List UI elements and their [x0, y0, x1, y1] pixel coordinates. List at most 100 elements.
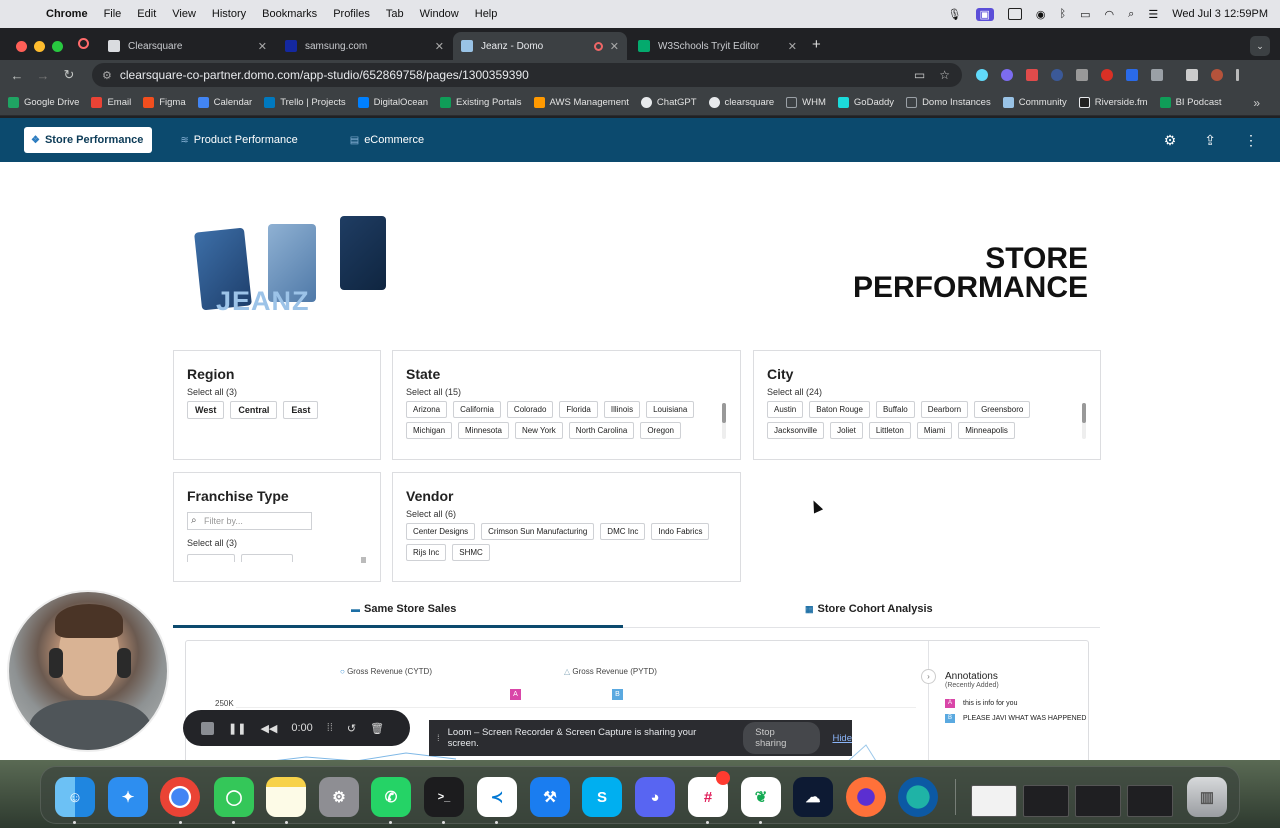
edge-icon[interactable]	[898, 777, 938, 817]
chip-minneapolis[interactable]: Minneapolis	[958, 422, 1015, 439]
skype-icon[interactable]: S	[582, 777, 622, 817]
collapse-chevron-icon[interactable]: ›	[921, 669, 936, 684]
vpn-icon[interactable]: ◉	[1036, 8, 1046, 21]
menu-file[interactable]: File	[96, 8, 130, 20]
bookmark-existing-portals[interactable]: Existing Portals	[440, 97, 522, 108]
chip-new-york[interactable]: New York	[514, 422, 563, 439]
reload-icon[interactable]: ↻	[56, 67, 82, 83]
chip-arizona[interactable]: Arizona	[406, 401, 448, 418]
menu-history[interactable]: History	[204, 8, 254, 20]
camera-permission-icon[interactable]: ▭	[914, 68, 925, 82]
chip-west[interactable]: West	[187, 401, 225, 419]
site-info-icon[interactable]: ⚙	[102, 69, 112, 82]
notes-icon[interactable]	[266, 777, 306, 817]
messages-icon[interactable]: ◯	[214, 777, 254, 817]
chip-baton-rouge[interactable]: Baton Rouge	[809, 401, 870, 418]
checkbox-app-icon[interactable]	[1007, 8, 1022, 20]
trash-icon[interactable]: 🗑	[370, 722, 384, 735]
apple-icon[interactable]	[14, 7, 28, 21]
chip-list-scrollbar[interactable]	[361, 557, 366, 563]
drag-handle-icon[interactable]: ⁞	[437, 733, 440, 744]
grid-icon[interactable]: ⁞⁞	[327, 722, 333, 734]
minimized-window-terminal[interactable]	[1075, 785, 1121, 817]
bookmark-calendar[interactable]: Calendar	[197, 97, 252, 108]
tab-search-chevron-icon[interactable]: ⌄	[1250, 36, 1270, 56]
rewind-icon[interactable]: ◀◀	[260, 722, 277, 735]
annotation-item[interactable]: A this is info for you	[945, 699, 1086, 708]
minimize-window-button[interactable]	[34, 41, 45, 52]
stop-sharing-button[interactable]: Stop sharing	[743, 722, 821, 754]
menu-window[interactable]: Window	[412, 8, 467, 20]
system-settings-icon[interactable]: ⚙	[319, 777, 359, 817]
minimized-window-vscode[interactable]	[1023, 785, 1069, 817]
bookmark-domo-instances[interactable]: Domo Instances	[906, 97, 991, 108]
nav-tab-product-performance[interactable]: ≋ Product Performance	[174, 127, 303, 153]
tab-jeanz-domo[interactable]: Jeanz - Domo ✕	[453, 32, 627, 60]
bookmark-aws[interactable]: AWS Management	[533, 97, 629, 108]
share-icon[interactable]: ⇪	[1204, 132, 1216, 149]
minimized-window-chrome[interactable]	[971, 785, 1017, 817]
chip-buffalo[interactable]: Buffalo	[875, 401, 915, 418]
bookmark-figma[interactable]: Figma	[143, 97, 186, 108]
menu-view[interactable]: View	[164, 8, 204, 20]
extensions-puzzle-icon[interactable]	[1151, 69, 1163, 81]
extension-red-icon[interactable]	[1026, 69, 1038, 81]
chip-list-scrollbar[interactable]	[722, 403, 726, 439]
back-arrow-icon[interactable]: ←	[4, 68, 30, 83]
hide-banner-link[interactable]: Hide	[832, 733, 852, 744]
bookmark-community[interactable]: Community	[1002, 97, 1067, 108]
tab-w3schools[interactable]: W3Schools Tryit Editor ✕	[630, 32, 805, 60]
xcode-icon[interactable]: ⚒	[530, 777, 570, 817]
tab-same-store-sales[interactable]: ▬ Same Store Sales	[351, 603, 456, 615]
forward-arrow-icon[interactable]: →	[30, 68, 56, 83]
menu-help[interactable]: Help	[467, 8, 506, 20]
scrollbar-thumb[interactable]	[1082, 403, 1086, 423]
chip-miami[interactable]: Miami	[916, 422, 953, 439]
chip-north-carolina[interactable]: North Carolina	[568, 422, 635, 439]
menu-app-name[interactable]: Chrome	[36, 8, 96, 20]
react-devtools-icon[interactable]	[976, 69, 988, 81]
filter-search-input[interactable]: ⌕ Filter by...	[187, 512, 312, 530]
terminal-icon[interactable]: >_	[424, 777, 464, 817]
minimized-window-editor[interactable]	[1127, 785, 1173, 817]
vscode-icon[interactable]: ≺	[477, 777, 517, 817]
close-tab-icon[interactable]: ✕	[610, 40, 619, 53]
control-center-icon[interactable]: ☰	[1148, 8, 1158, 21]
address-bar[interactable]: ⚙ clearsquare-co-partner.domo.com/app-st…	[92, 63, 962, 87]
bookmark-clearsquare[interactable]: clearsquare	[708, 97, 774, 108]
chip-michigan[interactable]: Michigan	[406, 422, 453, 439]
whatsapp-icon[interactable]: ✆	[371, 777, 411, 817]
bookmark-whm[interactable]: WHM	[786, 97, 826, 108]
chip-east[interactable]: East	[283, 401, 319, 419]
download-icon[interactable]	[1186, 69, 1198, 81]
chip-louisiana[interactable]: Louisiana	[646, 401, 695, 418]
chip-crimson-sun[interactable]: Crimson Sun Manufacturing	[481, 523, 595, 540]
close-tab-icon[interactable]: ✕	[258, 40, 267, 53]
extension-purple-icon[interactable]	[1001, 69, 1013, 81]
bookmark-chatgpt[interactable]: ChatGPT	[640, 97, 697, 108]
chrome-icon[interactable]	[160, 777, 200, 817]
firefox-icon[interactable]	[846, 777, 886, 817]
safari-icon[interactable]: ✦	[108, 777, 148, 817]
more-bookmarks-chevron-icon[interactable]: »	[1253, 96, 1260, 110]
chip-oregon[interactable]: Oregon	[640, 422, 681, 439]
wifi-icon[interactable]: ◠	[1105, 8, 1115, 21]
menubar-clock[interactable]: Wed Jul 3 12:59PM	[1172, 8, 1268, 20]
chip-joliet[interactable]: Joliet	[830, 422, 863, 439]
extension-blue-icon[interactable]	[1051, 69, 1063, 81]
chip-austin[interactable]: Austin	[767, 401, 804, 418]
chrome-menu-icon[interactable]	[1236, 69, 1239, 81]
bookmark-riverside[interactable]: Riverside.fm	[1078, 97, 1148, 108]
chip-california[interactable]: California	[453, 401, 501, 418]
select-all-link[interactable]: Select all (15)	[406, 387, 740, 397]
webcam-bubble[interactable]	[7, 590, 169, 752]
select-all-link[interactable]: Select all (24)	[767, 387, 1100, 397]
more-options-icon[interactable]: ⋮	[1244, 132, 1258, 149]
scrollbar-thumb[interactable]	[722, 403, 726, 423]
chip-littleton[interactable]: Littleton	[868, 422, 911, 439]
tab-store-cohort-analysis[interactable]: ▦ Store Cohort Analysis	[805, 603, 933, 615]
bookmark-trello[interactable]: Trello | Projects	[264, 97, 346, 108]
nav-tab-ecommerce[interactable]: ▤ eCommerce	[344, 127, 430, 153]
chip-center-designs[interactable]: Center Designs	[406, 523, 476, 540]
zoom-window-button[interactable]	[52, 41, 63, 52]
